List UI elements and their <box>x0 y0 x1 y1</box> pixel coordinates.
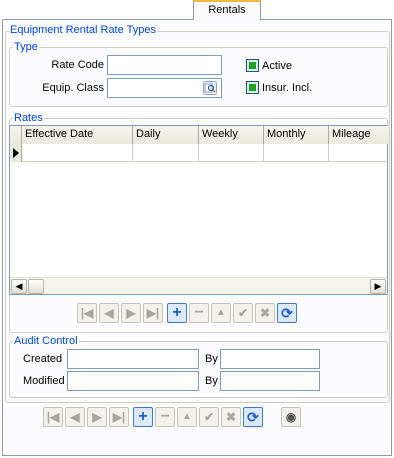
modified-label: Modified <box>23 375 65 387</box>
main-first-record-button[interactable]: |◀ <box>43 407 63 427</box>
created-by-field[interactable] <box>220 349 320 369</box>
rate-code-label: Rate Code <box>51 59 104 71</box>
rate-code-input[interactable] <box>107 55 222 75</box>
cell-effective-date[interactable] <box>22 144 133 162</box>
cell-mileage[interactable] <box>329 144 389 162</box>
column-header-monthly[interactable]: Monthly <box>264 126 329 144</box>
rates-grid-header: Effective Date Daily Weekly Monthly Mile… <box>10 126 389 144</box>
column-header-daily[interactable]: Daily <box>133 126 199 144</box>
main-post-edit-button[interactable]: ✔ <box>199 407 219 427</box>
cell-monthly[interactable] <box>264 144 329 162</box>
main-navigator: |◀ ◀ ▶ ▶| + − ▲ ✔ ✖ ⟳ ◉ <box>43 407 305 429</box>
lookup-icon[interactable] <box>203 81 217 95</box>
table-row[interactable] <box>10 144 387 162</box>
created-field[interactable] <box>67 349 199 369</box>
add-record-button[interactable]: + <box>167 303 187 323</box>
insur-incl-checkbox[interactable] <box>246 81 259 94</box>
created-by-label: By <box>205 353 218 365</box>
scroll-thumb[interactable] <box>28 279 44 294</box>
scroll-right-button[interactable]: ▶ <box>370 279 386 294</box>
rates-legend: Rates <box>14 112 43 124</box>
last-record-button[interactable]: ▶| <box>143 303 163 323</box>
main-refresh-button[interactable]: ⟳ <box>243 407 263 427</box>
main-edit-record-button[interactable]: ▲ <box>177 407 197 427</box>
delete-record-button[interactable]: − <box>189 303 209 323</box>
rates-grid[interactable]: Effective Date Daily Weekly Monthly Mile… <box>9 125 389 295</box>
cancel-edit-button[interactable]: ✖ <box>255 303 275 323</box>
audit-control-legend: Audit Control <box>14 335 78 347</box>
main-add-record-button[interactable]: + <box>133 407 153 427</box>
previous-record-button[interactable]: ◀ <box>99 303 119 323</box>
main-delete-record-button[interactable]: − <box>155 407 175 427</box>
main-previous-record-button[interactable]: ◀ <box>65 407 85 427</box>
rates-navigator: |◀ ◀ ▶ ▶| + − ▲ ✔ ✖ ⟳ <box>77 303 307 325</box>
column-header-effective-date[interactable]: Effective Date <box>22 126 133 144</box>
active-checkbox[interactable] <box>246 59 259 72</box>
type-legend: Type <box>14 41 38 53</box>
post-edit-button[interactable]: ✔ <box>233 303 253 323</box>
view-icon[interactable]: ◉ <box>281 407 301 427</box>
equip-class-label: Equip. Class <box>42 82 104 94</box>
main-last-record-button[interactable]: ▶| <box>109 407 129 427</box>
column-header-weekly[interactable]: Weekly <box>199 126 264 144</box>
insur-incl-label: Insur. Incl. <box>262 82 313 94</box>
created-label: Created <box>23 353 63 365</box>
row-selector-header <box>10 126 22 144</box>
modified-by-field[interactable] <box>220 371 320 391</box>
horizontal-scrollbar[interactable]: ◀ ▶ <box>10 277 387 294</box>
equipment-rental-rate-types-title: Equipment Rental Rate Types <box>9 24 157 36</box>
scroll-left-button[interactable]: ◀ <box>11 279 27 294</box>
main-cancel-edit-button[interactable]: ✖ <box>221 407 241 427</box>
refresh-button[interactable]: ⟳ <box>277 303 297 323</box>
edit-record-button[interactable]: ▲ <box>211 303 231 323</box>
active-label: Active <box>262 60 292 72</box>
next-record-button[interactable]: ▶ <box>121 303 141 323</box>
modified-field[interactable] <box>67 371 199 391</box>
column-header-mileage[interactable]: Mileage <box>329 126 389 144</box>
modified-by-label: By <box>205 375 218 387</box>
cell-daily[interactable] <box>133 144 199 162</box>
current-row-indicator-icon <box>10 144 22 162</box>
tab-rentals[interactable]: Rentals <box>193 0 261 20</box>
first-record-button[interactable]: |◀ <box>77 303 97 323</box>
cell-weekly[interactable] <box>199 144 264 162</box>
main-next-record-button[interactable]: ▶ <box>87 407 107 427</box>
